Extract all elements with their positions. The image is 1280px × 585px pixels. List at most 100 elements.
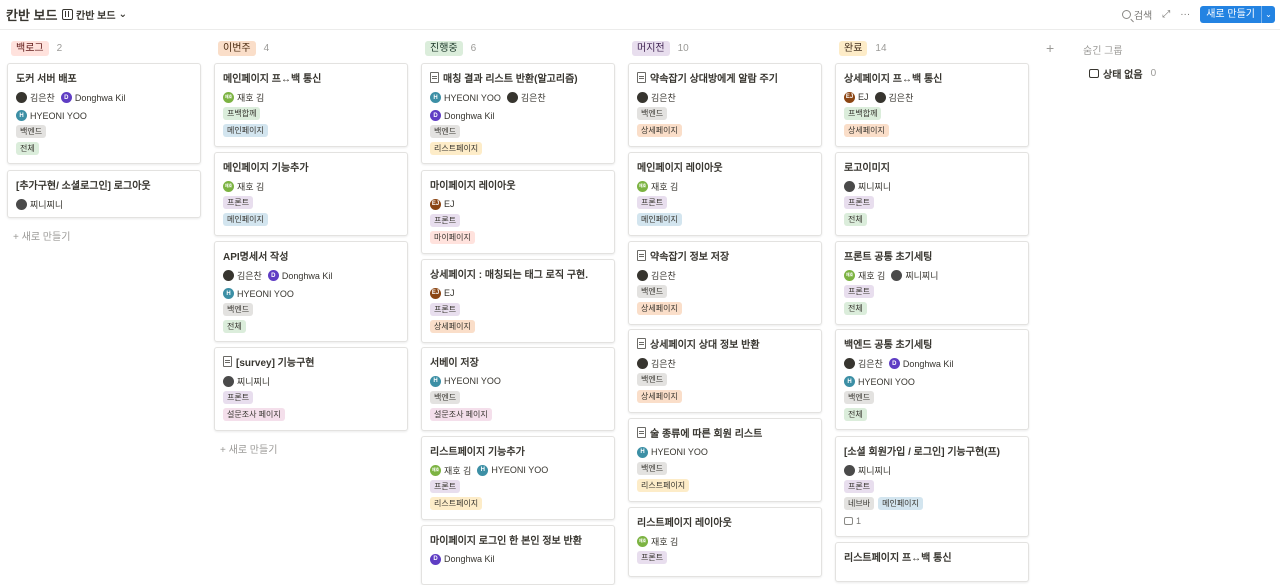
avatar bbox=[506, 92, 518, 103]
card-assignees: 김은찬 D Donghwa Kil H HYEONI YOO bbox=[16, 89, 192, 123]
task-card[interactable]: [소셜 회원가입 / 로그인] 기능구현(프) 찌니찌니 프론트 네브바 메인페이지 1 bbox=[835, 436, 1029, 537]
column-status-pill: 머지전 bbox=[632, 40, 670, 56]
card-title-text: 상세페이지 상대 정보 반환 bbox=[650, 339, 760, 351]
assignee-name: Donghwa Kil bbox=[902, 358, 954, 369]
column-header[interactable]: 이번주 4 bbox=[214, 38, 408, 58]
assignee-name: 찌니찌니 bbox=[30, 199, 64, 210]
card-title: 마이페이지 로그인 한 본인 정보 반환 bbox=[430, 532, 606, 547]
avatar: H bbox=[223, 288, 234, 299]
avatar bbox=[16, 198, 27, 210]
view-label: 칸반 보드 bbox=[76, 11, 116, 22]
task-card[interactable]: 매칭 결과 리스트 반환(알고리즘) H HYEONI YOO 김은찬 D Donghwa… bbox=[421, 63, 615, 164]
avatar: 재호 bbox=[637, 535, 648, 547]
task-card[interactable]: 마이페이지 레이아웃 EJ EJ 프론트 마이페이지 bbox=[421, 170, 615, 254]
assignee-name: 재호 김 bbox=[237, 181, 265, 192]
no-status-group[interactable]: 상태 없음 0 bbox=[1089, 66, 1156, 81]
view-selector[interactable]: 칸반 보드 ⌄ bbox=[62, 7, 127, 22]
task-card[interactable]: 도커 서버 배포 김은찬 D Donghwa Kil H HYEONI YOO 백엔드 전체 bbox=[7, 63, 201, 164]
card-title: 도커 서버 배포 bbox=[16, 70, 192, 85]
chevron-down-icon[interactable]: ⌄ bbox=[1261, 6, 1275, 23]
board-column: 진행중 6 bbox=[421, 38, 615, 58]
tag-row: 프백합께 bbox=[223, 105, 399, 122]
avatar: 재호 bbox=[430, 464, 441, 476]
more-icon[interactable]: ··· bbox=[1180, 9, 1190, 20]
card-title: [추가구현/ 소셜로그인] 로그아웃 bbox=[16, 177, 192, 192]
tag: 프백합께 bbox=[223, 107, 261, 120]
card-title-text: 마이페이지 로그인 한 본인 정보 반환 bbox=[430, 535, 582, 547]
card-assignees: 김은찬 bbox=[637, 89, 813, 105]
task-card[interactable]: [추가구현/ 소셜로그인] 로그아웃찌니찌니 bbox=[7, 170, 201, 218]
assignee: 재호 재호 김 bbox=[223, 91, 264, 104]
task-card[interactable]: 리스트페이지 기능추가 재호 재호 김 H HYEONI YOO 프론트 리스트페이지 bbox=[421, 436, 615, 520]
page-title: 칸반 보드 bbox=[6, 8, 58, 23]
task-card[interactable]: 메인페이지 레이아웃 재호 재호 김 프론트 메인페이지 bbox=[628, 152, 822, 236]
tag-row: 백엔드 bbox=[844, 389, 1020, 406]
card-title: API명세서 작성 bbox=[223, 248, 399, 263]
assignee-name: Donghwa Kil bbox=[444, 554, 495, 564]
column-header[interactable]: 머지전 10 bbox=[628, 38, 822, 58]
task-card[interactable]: 상세페이지 프↔백 통신 EJ EJ 김은찬 프백합께 상세페이지 bbox=[835, 63, 1029, 147]
document-icon bbox=[637, 337, 646, 349]
search-button[interactable]: 검색 bbox=[1121, 7, 1152, 22]
tag: 프론트 bbox=[844, 480, 875, 493]
assignee: EJ EJ bbox=[844, 91, 869, 103]
tag-row: 전체 bbox=[16, 140, 192, 157]
card-title: 약속잡기 상대방에게 알람 주기 bbox=[637, 70, 813, 85]
search-icon bbox=[1121, 10, 1131, 19]
card-title: 메인페이지 프↔백 통신 bbox=[223, 70, 399, 85]
card-title-text: 도커 서버 배포 bbox=[16, 73, 77, 85]
column-header[interactable]: 진행중 6 bbox=[421, 38, 615, 58]
assignee-name: 김은찬 bbox=[651, 92, 676, 103]
board-column: 머지전 10 bbox=[628, 38, 822, 58]
assignee: 재호 재호 김 bbox=[430, 464, 471, 477]
assignee-name: EJ bbox=[858, 92, 869, 102]
card-title-text: [소셜 회원가입 / 로그인] 기능구현(프) bbox=[844, 446, 1001, 458]
board-column: 이번주 4 bbox=[214, 38, 408, 58]
task-card[interactable]: 술 종류에 따른 회원 리스트 H HYEONI YOO 백엔드 리스트페이지 bbox=[628, 418, 822, 502]
task-card[interactable]: 마이페이지 로그인 한 본인 정보 반환 D Donghwa Kil bbox=[421, 525, 615, 585]
task-card[interactable]: 상세페이지 : 매칭되는 태그 로직 구현. EJ EJ 프론트 상세페이지 bbox=[421, 259, 615, 343]
tag: 전체 bbox=[16, 142, 39, 155]
task-card[interactable]: 메인페이지 기능추가 재호 재호 김 프론트 메인페이지 bbox=[214, 152, 408, 236]
avatar bbox=[844, 464, 855, 476]
new-button-label[interactable]: 새로 만들기 bbox=[1200, 6, 1261, 23]
task-card[interactable]: 메인페이지 프↔백 통신 재호 재호 김 프백합께 메인페이지 bbox=[214, 63, 408, 147]
task-card[interactable]: 리스트페이지 레이아웃 재호 재호 김 프론트 bbox=[628, 507, 822, 577]
task-card[interactable]: 상세페이지 상대 정보 반환 김은찬 백엔드 상세페이지 bbox=[628, 329, 822, 413]
task-card[interactable]: 백엔드 공통 초기세팅 김은찬 D Donghwa Kil H HYEONI YOO 백엔드… bbox=[835, 329, 1029, 430]
card-title: 리스트페이지 레이아웃 bbox=[637, 514, 813, 529]
task-card[interactable]: 프론트 공통 초기세팅 재호 재호 김 찌니찌니 프론트 전체 bbox=[835, 241, 1029, 325]
assignee-name: 김은찬 bbox=[520, 93, 546, 103]
tag-row: 프론트 bbox=[430, 301, 606, 318]
tag-row: 전체 bbox=[844, 211, 1020, 228]
card-title-text: 리스트페이지 프↔백 통신 bbox=[844, 552, 952, 564]
avatar: H bbox=[430, 375, 441, 387]
card-assignees: 김은찬 D Donghwa Kil H HYEONI YOO bbox=[844, 355, 1020, 389]
task-card[interactable]: 로고이미지 찌니찌니 프론트 전체 bbox=[835, 152, 1029, 236]
column-header[interactable]: 백로그 2 bbox=[7, 38, 201, 58]
assignee-name: HYEONI YOO bbox=[491, 465, 549, 475]
tag-row: 상세페이지 bbox=[430, 318, 606, 335]
column-header[interactable]: 완료 14 bbox=[835, 38, 1029, 58]
avatar: D bbox=[888, 358, 900, 369]
task-card[interactable]: [survey] 기능구현 찌니찌니 프론트 설문조사 페이지 bbox=[214, 347, 408, 431]
card-title: [소셜 회원가입 / 로그인] 기능구현(프) bbox=[844, 443, 1020, 458]
add-card-button[interactable]: + 새로 만들기 bbox=[13, 228, 70, 243]
assignee: 김은찬 bbox=[637, 91, 676, 104]
tag-row: 리스트페이지 bbox=[430, 495, 606, 512]
task-card[interactable]: 약속잡기 정보 저장 김은찬 백엔드 상세페이지 bbox=[628, 241, 822, 325]
comment-count: 1 bbox=[844, 512, 1020, 529]
assignee: H HYEONI YOO bbox=[430, 92, 501, 103]
expand-icon[interactable]: ⤢ bbox=[1162, 9, 1170, 20]
card-assignees: 재호 재호 김 bbox=[223, 178, 399, 194]
new-button[interactable]: 새로 만들기 ⌄ bbox=[1200, 6, 1275, 23]
task-card[interactable]: 리스트페이지 프↔백 통신 bbox=[835, 542, 1029, 582]
card-assignees: 재호 재호 김 bbox=[637, 178, 813, 194]
add-card-button[interactable]: + 새로 만들기 bbox=[220, 441, 277, 456]
add-group-icon[interactable]: + bbox=[1046, 40, 1054, 56]
task-card[interactable]: 약속잡기 상대방에게 알람 주기 김은찬 백엔드 상세페이지 bbox=[628, 63, 822, 147]
task-card[interactable]: 서베이 저장 H HYEONI YOO 백엔드 설문조사 페이지 bbox=[421, 347, 615, 431]
task-card[interactable]: API명세서 작성 김은찬 D Donghwa Kil H HYEONI YOO 백엔드 전체 bbox=[214, 241, 408, 342]
assignee: H HYEONI YOO bbox=[637, 446, 708, 458]
tag-row: 백엔드 bbox=[637, 105, 813, 122]
